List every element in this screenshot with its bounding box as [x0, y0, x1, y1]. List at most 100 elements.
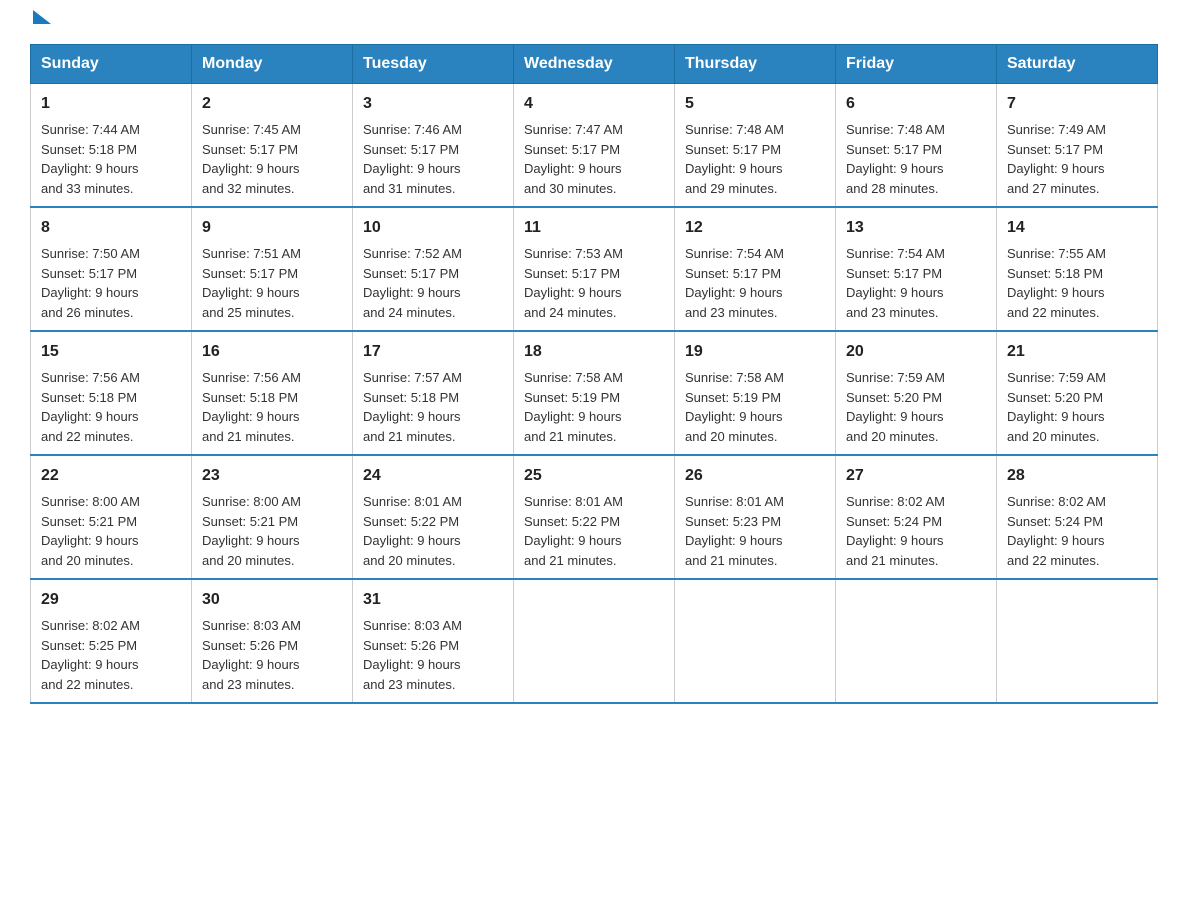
day-number: 22: [41, 464, 181, 488]
calendar-cell: 31 Sunrise: 8:03 AM Sunset: 5:26 PM Dayl…: [353, 579, 514, 703]
daylight-label: Daylight: 9 hours: [1007, 409, 1105, 424]
sunset-label: Sunset: 5:17 PM: [363, 142, 459, 157]
daylight-label: Daylight: 9 hours: [846, 285, 944, 300]
daylight-continued: and 21 minutes.: [685, 553, 778, 568]
daylight-label: Daylight: 9 hours: [846, 409, 944, 424]
day-number: 19: [685, 340, 825, 364]
calendar-cell: 30 Sunrise: 8:03 AM Sunset: 5:26 PM Dayl…: [192, 579, 353, 703]
day-number: 11: [524, 216, 664, 240]
daylight-continued: and 21 minutes.: [846, 553, 939, 568]
sunrise-label: Sunrise: 8:00 AM: [202, 494, 301, 509]
sunset-label: Sunset: 5:17 PM: [41, 266, 137, 281]
calendar-cell: 19 Sunrise: 7:58 AM Sunset: 5:19 PM Dayl…: [675, 331, 836, 455]
day-of-week-header: Friday: [836, 45, 997, 84]
logo: [30, 20, 51, 24]
daylight-label: Daylight: 9 hours: [202, 161, 300, 176]
calendar-week-row: 1 Sunrise: 7:44 AM Sunset: 5:18 PM Dayli…: [31, 84, 1158, 208]
calendar-cell: 21 Sunrise: 7:59 AM Sunset: 5:20 PM Dayl…: [997, 331, 1158, 455]
daylight-continued: and 22 minutes.: [41, 429, 134, 444]
sunrise-label: Sunrise: 7:57 AM: [363, 370, 462, 385]
sunset-label: Sunset: 5:19 PM: [524, 390, 620, 405]
day-number: 16: [202, 340, 342, 364]
sunset-label: Sunset: 5:17 PM: [846, 266, 942, 281]
calendar-cell: 11 Sunrise: 7:53 AM Sunset: 5:17 PM Dayl…: [514, 207, 675, 331]
daylight-continued: and 21 minutes.: [202, 429, 295, 444]
calendar-cell: 29 Sunrise: 8:02 AM Sunset: 5:25 PM Dayl…: [31, 579, 192, 703]
sunrise-label: Sunrise: 7:54 AM: [685, 246, 784, 261]
daylight-label: Daylight: 9 hours: [846, 533, 944, 548]
sunrise-label: Sunrise: 7:56 AM: [41, 370, 140, 385]
day-number: 6: [846, 92, 986, 116]
calendar-cell: 12 Sunrise: 7:54 AM Sunset: 5:17 PM Dayl…: [675, 207, 836, 331]
sunset-label: Sunset: 5:17 PM: [202, 142, 298, 157]
sunrise-label: Sunrise: 8:01 AM: [524, 494, 623, 509]
daylight-label: Daylight: 9 hours: [685, 409, 783, 424]
daylight-continued: and 20 minutes.: [685, 429, 778, 444]
sunrise-label: Sunrise: 7:53 AM: [524, 246, 623, 261]
daylight-label: Daylight: 9 hours: [1007, 533, 1105, 548]
daylight-continued: and 21 minutes.: [524, 553, 617, 568]
daylight-label: Daylight: 9 hours: [524, 409, 622, 424]
sunset-label: Sunset: 5:20 PM: [846, 390, 942, 405]
sunrise-label: Sunrise: 7:56 AM: [202, 370, 301, 385]
day-of-week-header: Monday: [192, 45, 353, 84]
daylight-continued: and 20 minutes.: [41, 553, 134, 568]
day-number: 28: [1007, 464, 1147, 488]
calendar-cell: 23 Sunrise: 8:00 AM Sunset: 5:21 PM Dayl…: [192, 455, 353, 579]
sunrise-label: Sunrise: 8:02 AM: [1007, 494, 1106, 509]
sunrise-label: Sunrise: 7:50 AM: [41, 246, 140, 261]
day-number: 21: [1007, 340, 1147, 364]
daylight-label: Daylight: 9 hours: [363, 533, 461, 548]
daylight-label: Daylight: 9 hours: [202, 285, 300, 300]
calendar-week-row: 15 Sunrise: 7:56 AM Sunset: 5:18 PM Dayl…: [31, 331, 1158, 455]
sunset-label: Sunset: 5:18 PM: [202, 390, 298, 405]
daylight-continued: and 22 minutes.: [41, 677, 134, 692]
calendar-header-row: SundayMondayTuesdayWednesdayThursdayFrid…: [31, 45, 1158, 84]
calendar-cell: 9 Sunrise: 7:51 AM Sunset: 5:17 PM Dayli…: [192, 207, 353, 331]
daylight-label: Daylight: 9 hours: [41, 657, 139, 672]
sunset-label: Sunset: 5:17 PM: [685, 266, 781, 281]
sunset-label: Sunset: 5:26 PM: [363, 638, 459, 653]
day-number: 20: [846, 340, 986, 364]
sunrise-label: Sunrise: 7:49 AM: [1007, 122, 1106, 137]
daylight-label: Daylight: 9 hours: [1007, 285, 1105, 300]
sunset-label: Sunset: 5:22 PM: [524, 514, 620, 529]
daylight-label: Daylight: 9 hours: [524, 285, 622, 300]
daylight-continued: and 25 minutes.: [202, 305, 295, 320]
sunrise-label: Sunrise: 7:55 AM: [1007, 246, 1106, 261]
sunset-label: Sunset: 5:24 PM: [1007, 514, 1103, 529]
daylight-continued: and 23 minutes.: [202, 677, 295, 692]
day-number: 7: [1007, 92, 1147, 116]
day-number: 18: [524, 340, 664, 364]
day-number: 12: [685, 216, 825, 240]
day-of-week-header: Tuesday: [353, 45, 514, 84]
daylight-label: Daylight: 9 hours: [202, 533, 300, 548]
daylight-label: Daylight: 9 hours: [1007, 161, 1105, 176]
daylight-continued: and 23 minutes.: [363, 677, 456, 692]
day-number: 30: [202, 588, 342, 612]
daylight-label: Daylight: 9 hours: [524, 533, 622, 548]
page-header: [30, 20, 1158, 24]
sunrise-label: Sunrise: 8:02 AM: [41, 618, 140, 633]
sunset-label: Sunset: 5:20 PM: [1007, 390, 1103, 405]
daylight-label: Daylight: 9 hours: [846, 161, 944, 176]
sunrise-label: Sunrise: 8:00 AM: [41, 494, 140, 509]
calendar-cell: 20 Sunrise: 7:59 AM Sunset: 5:20 PM Dayl…: [836, 331, 997, 455]
sunset-label: Sunset: 5:18 PM: [363, 390, 459, 405]
day-number: 2: [202, 92, 342, 116]
daylight-continued: and 23 minutes.: [685, 305, 778, 320]
sunrise-label: Sunrise: 8:01 AM: [363, 494, 462, 509]
calendar-cell: 2 Sunrise: 7:45 AM Sunset: 5:17 PM Dayli…: [192, 84, 353, 208]
calendar-cell: 3 Sunrise: 7:46 AM Sunset: 5:17 PM Dayli…: [353, 84, 514, 208]
sunset-label: Sunset: 5:17 PM: [846, 142, 942, 157]
calendar-cell: 28 Sunrise: 8:02 AM Sunset: 5:24 PM Dayl…: [997, 455, 1158, 579]
calendar-cell: 4 Sunrise: 7:47 AM Sunset: 5:17 PM Dayli…: [514, 84, 675, 208]
daylight-continued: and 33 minutes.: [41, 181, 134, 196]
day-number: 23: [202, 464, 342, 488]
sunset-label: Sunset: 5:18 PM: [41, 390, 137, 405]
calendar-cell: 27 Sunrise: 8:02 AM Sunset: 5:24 PM Dayl…: [836, 455, 997, 579]
calendar-cell: 13 Sunrise: 7:54 AM Sunset: 5:17 PM Dayl…: [836, 207, 997, 331]
sunset-label: Sunset: 5:17 PM: [685, 142, 781, 157]
daylight-continued: and 31 minutes.: [363, 181, 456, 196]
day-number: 25: [524, 464, 664, 488]
